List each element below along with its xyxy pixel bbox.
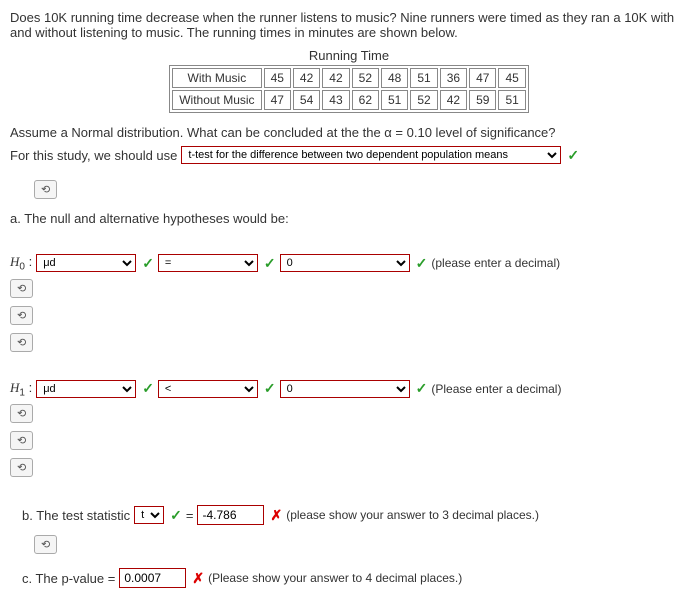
cell: 51 (498, 90, 525, 110)
p-value-input[interactable] (119, 568, 186, 588)
check-icon: ✓ (142, 380, 154, 397)
h0-param-select[interactable]: μd (36, 254, 136, 272)
retry-button[interactable]: ⟲ (10, 333, 33, 352)
check-icon: ✓ (142, 255, 154, 272)
h1-param-select[interactable]: μd (36, 380, 136, 398)
cell: 51 (410, 68, 437, 88)
retry-button[interactable]: ⟲ (10, 404, 33, 423)
retry-button[interactable]: ⟲ (10, 458, 33, 477)
cell: 45 (264, 68, 291, 88)
h1-value-select[interactable]: 0 (280, 380, 410, 398)
cell: 52 (352, 68, 379, 88)
check-icon: ✓ (264, 380, 276, 397)
cell: 48 (381, 68, 408, 88)
question-intro: Does 10K running time decrease when the … (10, 10, 688, 40)
cross-icon: ✗ (192, 570, 204, 587)
assume-text: Assume a Normal distribution. What can b… (10, 125, 688, 140)
part-a-label: a. The null and alternative hypotheses w… (10, 211, 688, 226)
study-lead: For this study, we should use (10, 148, 177, 163)
check-icon: ✓ (264, 255, 276, 272)
data-table: With Music 45 42 42 52 48 51 36 47 45 Wi… (169, 65, 529, 113)
check-icon: ✓ (170, 507, 182, 524)
cell: 62 (352, 90, 379, 110)
cell: 52 (410, 90, 437, 110)
retry-button[interactable]: ⟲ (10, 279, 33, 298)
cell: 59 (469, 90, 496, 110)
retry-button[interactable]: ⟲ (10, 306, 33, 325)
cell: 51 (381, 90, 408, 110)
cell: 47 (264, 90, 291, 110)
part-c-lead: c. The p-value = (22, 571, 115, 586)
h0-label: H0 : (10, 254, 32, 273)
cell: 43 (322, 90, 349, 110)
retry-button[interactable]: ⟲ (34, 180, 57, 199)
cell: 42 (293, 68, 320, 88)
cell: 36 (440, 68, 467, 88)
stat-hint: (please show your answer to 3 decimal pl… (286, 508, 539, 522)
cell: 42 (322, 68, 349, 88)
h0-operator-select[interactable]: = (158, 254, 258, 272)
retry-button[interactable]: ⟲ (10, 431, 33, 450)
table-row: Without Music 47 54 43 62 51 52 42 59 51 (172, 90, 526, 110)
h1-hint: (Please enter a decimal) (431, 382, 561, 396)
study-type-select[interactable]: t-test for the difference between two de… (181, 146, 561, 164)
h0-hint: (please enter a decimal) (431, 256, 560, 270)
cell: 47 (469, 68, 496, 88)
row-label: Without Music (172, 90, 261, 110)
pval-hint: (Please show your answer to 4 decimal pl… (208, 571, 462, 585)
h0-value-select[interactable]: 0 (280, 254, 410, 272)
statistic-symbol-select[interactable]: t (134, 506, 164, 524)
table-row: With Music 45 42 42 52 48 51 36 47 45 (172, 68, 526, 88)
h1-operator-select[interactable]: < (158, 380, 258, 398)
cell: 54 (293, 90, 320, 110)
equals-sign: = (186, 508, 194, 523)
check-icon: ✓ (567, 147, 579, 164)
cross-icon: ✗ (270, 507, 282, 524)
cell: 45 (498, 68, 525, 88)
h1-label: H1 : (10, 380, 32, 399)
check-icon: ✓ (416, 255, 428, 272)
part-b-lead: b. The test statistic (22, 508, 130, 523)
retry-button[interactable]: ⟲ (34, 535, 57, 554)
test-statistic-input[interactable] (197, 505, 264, 525)
cell: 42 (440, 90, 467, 110)
check-icon: ✓ (416, 380, 428, 397)
row-label: With Music (172, 68, 261, 88)
table-title: Running Time (10, 48, 688, 63)
